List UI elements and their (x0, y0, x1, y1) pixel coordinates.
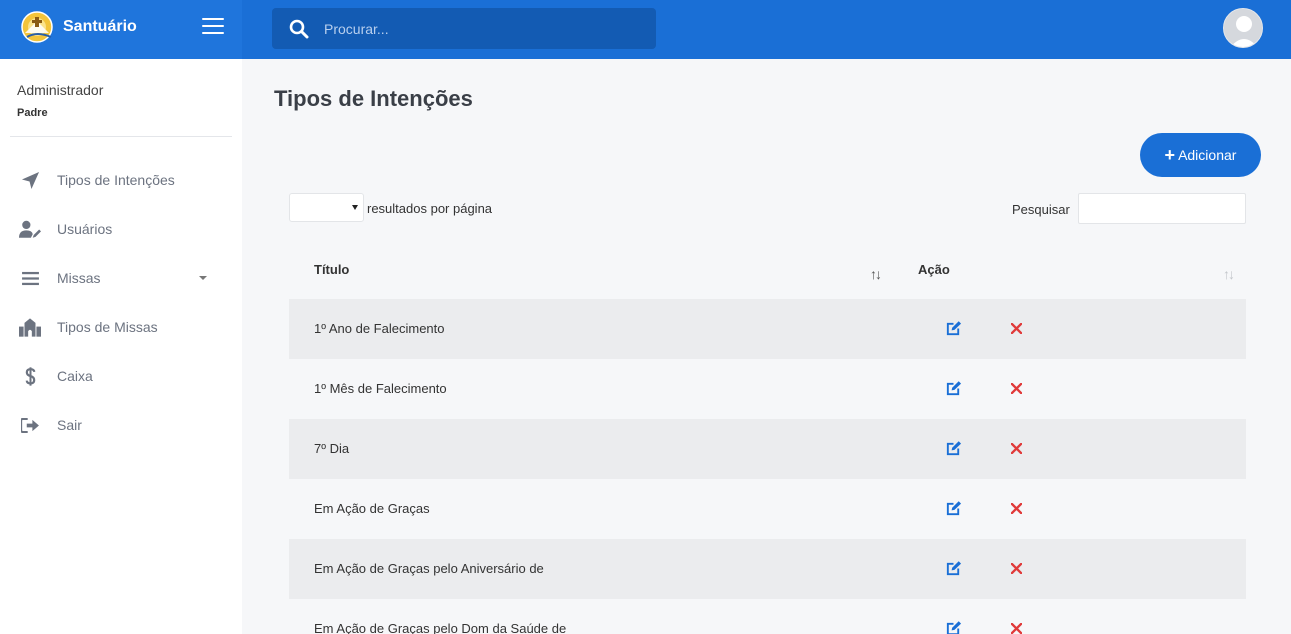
row-title: Em Ação de Graças pelo Aniversário de (314, 561, 544, 576)
edit-icon[interactable] (945, 380, 962, 397)
table-row: Em Ação de Graças pelo Aniversário de (289, 539, 1246, 599)
sidebar-item-tipos-de-missas[interactable]: Tipos de Missas (0, 307, 242, 347)
sidebar-item-label: Caixa (57, 368, 93, 384)
user-role: Administrador (17, 82, 104, 98)
search-icon[interactable] (289, 19, 309, 39)
bars-icon (19, 267, 41, 289)
row-title: Em Ação de Graças pelo Dom da Saúde de (314, 621, 567, 634)
top-bar: Santuário (0, 0, 1291, 59)
add-button-label: Adicionar (1178, 147, 1237, 163)
chevron-down-icon (199, 276, 207, 280)
edit-icon[interactable] (945, 620, 962, 634)
delete-icon[interactable] (1011, 503, 1022, 514)
sidebar-item-tipos-de-intencoes[interactable]: Tipos de Intenções (0, 160, 242, 200)
delete-icon[interactable] (1011, 563, 1022, 574)
sidebar-item-caixa[interactable]: Caixa (0, 356, 242, 396)
table-row: 1º Ano de Falecimento (289, 299, 1246, 359)
sidebar-item-missas[interactable]: Missas (0, 258, 242, 298)
row-title: Em Ação de Graças (314, 501, 430, 516)
filter-input[interactable] (1078, 193, 1246, 224)
sidebar-item-label: Tipos de Intenções (57, 172, 175, 188)
avatar[interactable] (1223, 8, 1263, 48)
delete-icon[interactable] (1011, 443, 1022, 454)
search-input[interactable] (324, 16, 644, 41)
user-avatar-icon (1224, 9, 1262, 47)
menu-toggle-icon[interactable] (202, 18, 224, 36)
row-title: 1º Mês de Falecimento (314, 381, 447, 396)
sign-out-icon (19, 414, 41, 436)
app-name: Santuário (63, 18, 137, 35)
row-title: 1º Ano de Falecimento (314, 321, 445, 336)
table-row: Em Ação de Graças pelo Dom da Saúde de (289, 599, 1246, 634)
sidebar-item-label: Sair (57, 417, 82, 433)
church-icon (19, 316, 41, 338)
sidebar-item-usuarios[interactable]: Usuários (0, 209, 242, 249)
sidebar-item-label: Usuários (57, 221, 113, 237)
plus-icon: + (1164, 145, 1176, 165)
sidebar-item-label: Missas (57, 270, 101, 286)
sidebar-item-sair[interactable]: Sair (0, 405, 242, 445)
add-button[interactable]: + Adicionar (1140, 133, 1261, 177)
filter-label: Pesquisar (1012, 202, 1070, 217)
column-header-acao[interactable]: Ação (918, 262, 950, 277)
sidebar-item-label: Tipos de Missas (57, 319, 158, 335)
results-per-page-label: resultados por página (367, 201, 493, 216)
brand[interactable]: Santuário (0, 0, 242, 59)
page-title: Tipos de Intenções (274, 86, 473, 111)
edit-icon[interactable] (945, 560, 962, 577)
sort-icon[interactable]: ↑↓ (1223, 266, 1235, 282)
edit-icon[interactable] (945, 440, 962, 457)
edit-icon[interactable] (945, 500, 962, 517)
table-row: Em Ação de Graças (289, 479, 1246, 539)
sidebar: Administrador Padre Tipos de Intenções U… (0, 59, 242, 634)
dollar-icon (19, 365, 41, 387)
table-row: 7º Dia (289, 419, 1246, 479)
table-row: 1º Mês de Falecimento (289, 359, 1246, 419)
chevron-down-icon (352, 205, 358, 210)
sidebar-divider (10, 136, 232, 137)
edit-icon[interactable] (945, 320, 962, 337)
results-per-page-select[interactable] (289, 193, 364, 222)
santuario-logo-icon (21, 11, 53, 43)
search-box (272, 8, 656, 49)
user-edit-icon (19, 218, 41, 240)
delete-icon[interactable] (1011, 383, 1022, 394)
paper-plane-icon (19, 169, 41, 191)
delete-icon[interactable] (1011, 323, 1022, 334)
user-name: Padre (17, 107, 48, 119)
column-header-titulo[interactable]: Título (314, 262, 349, 277)
delete-icon[interactable] (1011, 623, 1022, 634)
sort-icon[interactable]: ↑↓ (870, 266, 882, 282)
row-title: 7º Dia (314, 441, 350, 456)
